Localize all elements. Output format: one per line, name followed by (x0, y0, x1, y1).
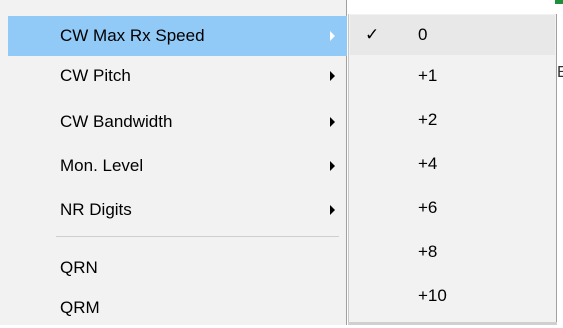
submenu-item-plus-2[interactable]: +2 (350, 100, 555, 140)
context-menu: CW Max Rx Speed CW Pitch CW Bandwidth Mo… (0, 0, 347, 325)
submenu-item-label: +6 (418, 198, 438, 217)
submenu-item-plus-1[interactable]: +1 (350, 56, 555, 96)
menu-item-qrm[interactable]: QRM (8, 288, 347, 328)
submenu-item-label: +1 (418, 66, 438, 85)
menu-item-label: CW Bandwidth (60, 112, 173, 131)
window-accent (555, 0, 563, 4)
chevron-right-icon (330, 205, 335, 215)
background-window-text: E (557, 64, 563, 81)
menu-item-cw-max-rx-speed[interactable]: CW Max Rx Speed (8, 16, 347, 56)
menu-item-label: CW Max Rx Speed (60, 26, 205, 45)
menu-item-mon-level[interactable]: Mon. Level (8, 146, 347, 186)
submenu-item-label: 0 (418, 25, 428, 44)
chevron-right-icon (330, 31, 335, 41)
submenu-item-label: +4 (418, 154, 438, 173)
submenu-cw-max-rx-speed: ✓ 0 +1 +2 +4 +6 +8 +10 (348, 14, 557, 325)
submenu-item-plus-10[interactable]: +10 (350, 276, 555, 316)
menu-item-label: QRN (60, 258, 98, 277)
chevron-right-icon (330, 117, 335, 127)
menu-item-label: CW Pitch (60, 66, 131, 85)
menu-separator (56, 236, 339, 237)
submenu-item-plus-4[interactable]: +4 (350, 144, 555, 184)
submenu-item-label: +10 (418, 286, 447, 305)
menu-item-cw-bandwidth[interactable]: CW Bandwidth (8, 102, 347, 142)
submenu-item-plus-6[interactable]: +6 (350, 188, 555, 228)
chevron-right-icon (330, 71, 335, 81)
submenu-item-0[interactable]: ✓ 0 (350, 15, 555, 55)
menu-item-nr-digits[interactable]: NR Digits (8, 190, 347, 230)
check-icon: ✓ (365, 25, 380, 44)
chevron-right-icon (330, 161, 335, 171)
submenu-item-label: +8 (418, 242, 438, 261)
menu-item-qrn[interactable]: QRN (8, 248, 347, 288)
submenu-item-plus-8[interactable]: +8 (350, 232, 555, 272)
menu-item-label: Mon. Level (60, 156, 144, 175)
menu-item-label: QRM (60, 298, 100, 317)
submenu-item-label: +2 (418, 110, 438, 129)
menu-item-label: NR Digits (60, 200, 132, 219)
menu-item-cw-pitch[interactable]: CW Pitch (8, 56, 347, 96)
